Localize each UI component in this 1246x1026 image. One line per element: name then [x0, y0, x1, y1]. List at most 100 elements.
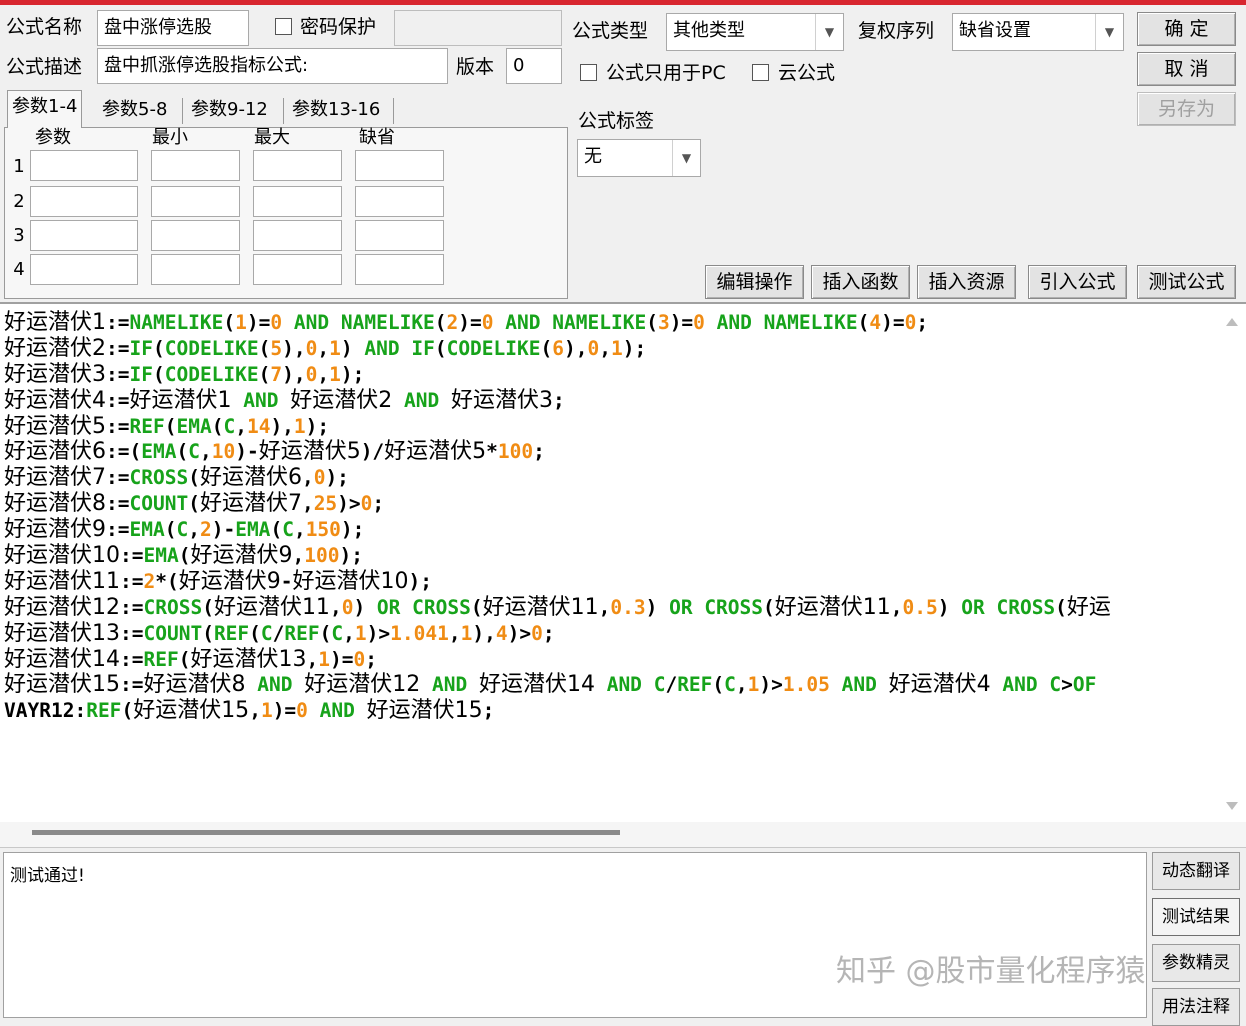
param-max-input[interactable] — [253, 254, 342, 285]
desc-input[interactable]: 盘中抓涨停选股指标公式: — [97, 48, 448, 84]
code-line[interactable]: 好运潜伏4:=好运潜伏1 AND 好运潜伏2 AND 好运潜伏3; — [4, 388, 1216, 414]
code-token: - — [280, 569, 293, 593]
param-default-input[interactable] — [355, 150, 444, 181]
output-panel: 测试通过! — [3, 852, 1147, 1018]
param-max-input[interactable] — [253, 186, 342, 217]
code-text[interactable]: 好运潜伏1:=NAMELIKE(1)=0 AND NAMELIKE(2)=0 A… — [4, 310, 1216, 724]
scroll-down-icon[interactable] — [1226, 802, 1238, 810]
scroll-up-icon[interactable] — [1226, 318, 1238, 326]
param-max-input[interactable] — [253, 150, 342, 181]
code-token: 100 — [497, 440, 534, 464]
chevron-down-icon[interactable]: ▼ — [672, 140, 700, 176]
code-token: )> — [507, 621, 532, 645]
type-select[interactable]: 其他类型 ▼ — [666, 13, 844, 51]
code-line[interactable]: 好运潜伏1:=NAMELIKE(1)=0 AND NAMELIKE(2)=0 A… — [4, 310, 1216, 336]
ok-button[interactable]: 确 定 — [1137, 12, 1236, 46]
test-formula-button[interactable]: 测试公式 — [1137, 265, 1236, 299]
tab-params-9-12[interactable]: 参数9-12 — [187, 94, 272, 126]
code-token: , — [292, 544, 305, 568]
code-token: ( — [188, 492, 200, 516]
param-min-input[interactable] — [151, 186, 240, 217]
code-line[interactable]: 好运潜伏15:=好运潜伏8 AND 好运潜伏12 AND 好运潜伏14 AND … — [4, 672, 1216, 698]
chevron-down-icon[interactable]: ▼ — [815, 14, 843, 50]
code-token: ) — [353, 595, 377, 619]
code-token: , — [317, 362, 330, 386]
code-line[interactable]: 好运潜伏5:=REF(EMA(C,14),1); — [4, 414, 1216, 440]
param-name-input[interactable] — [30, 220, 138, 251]
param-row-number: 3 — [13, 225, 25, 246]
code-token: ( — [152, 336, 165, 360]
horizontal-scrollbar[interactable] — [0, 822, 1246, 848]
password-input[interactable] — [394, 10, 562, 46]
chevron-down-icon[interactable]: ▼ — [1095, 14, 1123, 50]
code-token: ( — [202, 595, 214, 619]
code-token: NAMELIKE — [552, 311, 647, 334]
code-token: ( — [152, 362, 165, 386]
insert-resource-button[interactable]: 插入资源 — [917, 265, 1016, 299]
usage-notes-button[interactable]: 用法注释 — [1152, 988, 1240, 1026]
cloud-checkbox[interactable] — [752, 64, 769, 81]
param-wizard-button[interactable]: 参数精灵 — [1152, 944, 1240, 982]
code-line[interactable]: 好运潜伏3:=IF(CODELIKE(7),0,1); — [4, 362, 1216, 388]
param-max-input[interactable] — [253, 220, 342, 251]
horizontal-scroll-thumb[interactable] — [32, 830, 620, 835]
code-token: 好运潜伏5 — [384, 439, 487, 465]
param-min-input[interactable] — [151, 150, 240, 181]
code-editor[interactable]: 好运潜伏1:=NAMELIKE(1)=0 AND NAMELIKE(2)=0 A… — [0, 302, 1246, 822]
tab-params-5-8[interactable]: 参数5-8 — [98, 94, 171, 126]
column-header-max: 最大 — [254, 127, 290, 148]
param-default-input[interactable] — [355, 254, 444, 285]
code-line[interactable]: 好运潜伏7:=CROSS(好运潜伏6,0); — [4, 465, 1216, 491]
code-line[interactable]: 好运潜伏13:=COUNT(REF(C/REF(C,1)>1.041,1),4)… — [4, 621, 1216, 647]
code-line[interactable]: VAYR12:REF(好运潜伏15,1)=0 AND 好运潜伏15; — [4, 698, 1216, 724]
vertical-scrollbar[interactable] — [1218, 304, 1246, 822]
code-token: 好运潜伏1 — [129, 387, 232, 413]
tab-params-13-16[interactable]: 参数13-16 — [288, 94, 384, 126]
save-as-button[interactable]: 另存为 — [1137, 92, 1236, 126]
code-line[interactable]: 好运潜伏9:=EMA(C,2)-EMA(C,150); — [4, 517, 1216, 543]
edit-operations-button[interactable]: 编辑操作 — [705, 265, 804, 299]
param-min-input[interactable] — [151, 220, 240, 251]
pc-only-checkbox[interactable] — [580, 64, 597, 81]
code-line[interactable]: 好运潜伏2:=IF(CODELIKE(5),0,1) AND IF(CODELI… — [4, 336, 1216, 362]
name-input[interactable]: 盘中涨停选股 — [97, 10, 249, 46]
code-token: / — [272, 621, 285, 645]
version-input[interactable]: 0 — [506, 48, 562, 84]
password-checkbox[interactable] — [275, 18, 292, 35]
title-bar-strip — [0, 0, 1246, 5]
code-token: , — [598, 595, 611, 619]
code-token: 好运潜伏15 — [4, 672, 120, 698]
code-token: 好运潜伏2 — [290, 387, 393, 413]
code-token: AND — [243, 388, 279, 412]
param-default-input[interactable] — [355, 186, 444, 217]
code-token: 0 — [305, 336, 318, 360]
code-token: C — [331, 621, 344, 645]
code-line[interactable]: 好运潜伏11:=2*(好运潜伏9-好运潜伏10); — [4, 569, 1216, 595]
tab-params-1-4[interactable]: 参数1-4 — [7, 90, 83, 128]
code-token: 好运潜伏15 — [366, 698, 483, 724]
param-name-input[interactable] — [30, 254, 138, 285]
code-line[interactable]: 好运潜伏10:=EMA(好运潜伏9,100); — [4, 543, 1216, 569]
code-line[interactable]: 好运潜伏12:=CROSS(好运潜伏11,0) OR CROSS(好运潜伏11,… — [4, 595, 1216, 621]
test-result-button[interactable]: 测试结果 — [1152, 898, 1240, 936]
code-line[interactable]: 好运潜伏6:=(EMA(C,10)-好运潜伏5)/好运潜伏5*100; — [4, 439, 1216, 465]
code-line[interactable]: 好运潜伏8:=COUNT(好运潜伏7,25)>0; — [4, 491, 1216, 517]
code-token: 好运潜伏3 — [4, 361, 106, 387]
param-name-input[interactable] — [30, 186, 138, 217]
code-token: 好运潜伏4 — [4, 387, 106, 413]
code-line[interactable]: 好运潜伏14:=REF(好运潜伏13,1)=0; — [4, 647, 1216, 673]
dynamic-translate-button[interactable]: 动态翻译 — [1152, 852, 1240, 890]
cancel-button[interactable]: 取 消 — [1137, 52, 1236, 86]
param-min-input[interactable] — [151, 254, 240, 285]
code-token: COUNT — [143, 621, 203, 645]
insert-function-button[interactable]: 插入函数 — [811, 265, 910, 299]
code-token: C — [1049, 673, 1062, 697]
param-name-input[interactable] — [30, 150, 138, 181]
import-formula-button[interactable]: 引入公式 — [1028, 265, 1127, 299]
fuquan-select[interactable]: 缺省设置 ▼ — [952, 13, 1124, 51]
tag-select[interactable]: 无 ▼ — [577, 139, 701, 177]
param-default-input[interactable] — [355, 220, 444, 251]
